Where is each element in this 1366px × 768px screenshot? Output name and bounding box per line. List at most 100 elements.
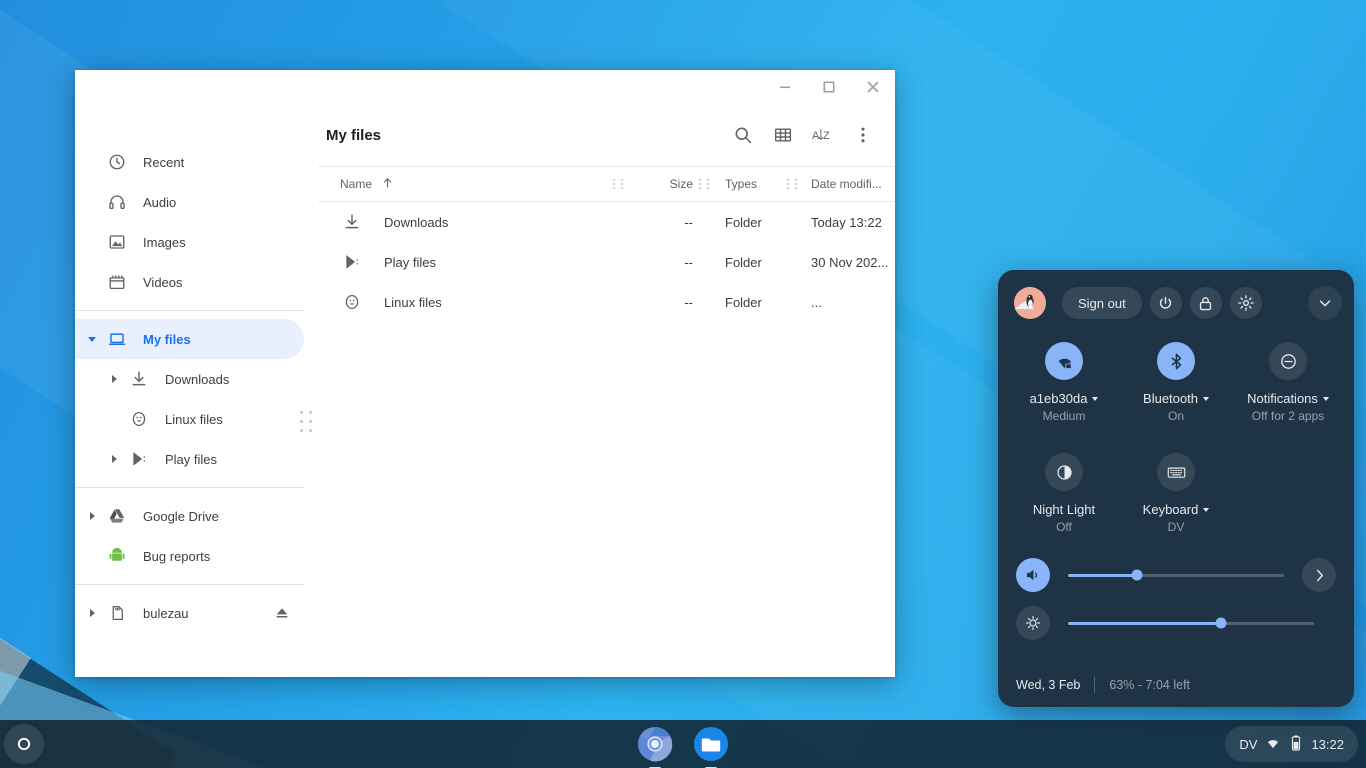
column-resize-handle-types[interactable] [785, 179, 799, 189]
bluetooth-pod-label-row: Bluetooth [1143, 391, 1209, 406]
launcher-button[interactable] [4, 724, 44, 764]
close-button[interactable] [851, 71, 895, 103]
chevron-down-icon[interactable] [1092, 397, 1098, 401]
chevron-down-icon[interactable] [1203, 508, 1209, 512]
notifications-pod-sub: Off for 2 apps [1252, 409, 1325, 423]
table-header-row: Name Size Types Date modif [318, 166, 895, 202]
sidebar-divider-3 [75, 584, 304, 585]
window-titlebar [75, 70, 895, 104]
sidebar-item-recent[interactable]: Recent [75, 142, 304, 182]
brightness-slider-thumb[interactable] [1215, 618, 1226, 629]
file-size: -- [629, 215, 693, 230]
file-size: -- [629, 295, 693, 310]
shelf-app-chromium[interactable] [637, 726, 673, 762]
sidebar-item-videos[interactable]: Videos [75, 262, 304, 302]
audio-settings-button[interactable] [1302, 558, 1336, 592]
more-options-button[interactable] [845, 117, 881, 153]
table-row[interactable]: Downloads -- Folder Today 13:22 [318, 202, 895, 242]
chevron-down-icon[interactable] [1323, 397, 1329, 401]
notifications-pod-label-row: Notifications [1247, 391, 1329, 406]
collapse-menu-button[interactable] [1308, 286, 1342, 320]
maximize-button[interactable] [807, 71, 851, 103]
table-row[interactable]: Linux files -- Folder ... [318, 282, 895, 322]
svg-text:A: A [812, 130, 820, 142]
night-light-pod[interactable]: Night Light Off [1008, 453, 1120, 534]
clock-icon [105, 153, 129, 171]
network-pod-sub: Medium [1043, 409, 1086, 423]
footer-divider [1094, 677, 1095, 693]
table-row[interactable]: Play files -- Folder 30 Nov 202... [318, 242, 895, 282]
video-icon [105, 273, 129, 291]
column-header-date-modified[interactable]: Date modifi... [803, 177, 895, 191]
column-label: Size [670, 177, 693, 191]
network-pod[interactable]: a1eb30da Medium [1008, 342, 1120, 423]
notifications-pod[interactable]: Notifications Off for 2 apps [1232, 342, 1344, 423]
power-button[interactable] [1150, 287, 1182, 319]
minimize-button[interactable] [763, 71, 807, 103]
eject-icon[interactable] [274, 605, 290, 621]
keyboard-layout-indicator: DV [1239, 737, 1257, 752]
column-resize-handle-size[interactable] [697, 179, 711, 189]
search-button[interactable] [725, 117, 761, 153]
sidebar-item-label: Audio [143, 195, 176, 210]
chevron-right-icon[interactable] [83, 512, 101, 520]
sidebar-item-label: bulezau [143, 606, 189, 621]
sidebar-item-label: Play files [165, 452, 217, 467]
volume-slider-track[interactable] [1068, 574, 1284, 577]
status-area[interactable]: DV 13:22 [1225, 726, 1358, 762]
brightness-icon[interactable] [1016, 606, 1050, 640]
file-name: Linux files [384, 295, 629, 310]
sidebar-item-audio[interactable]: Audio [75, 182, 304, 222]
battery-icon [1289, 735, 1303, 754]
column-header-types[interactable]: Types [715, 177, 781, 191]
volume-slider-fill [1068, 574, 1137, 577]
brightness-slider-track[interactable] [1068, 622, 1314, 625]
column-header-size[interactable]: Size [629, 177, 693, 191]
sign-out-button[interactable]: Sign out [1062, 287, 1142, 319]
lock-button[interactable] [1190, 287, 1222, 319]
sidebar-item-images[interactable]: Images [75, 222, 304, 262]
chevron-right-icon[interactable] [83, 609, 101, 617]
pane-header: My files A [318, 104, 895, 166]
feature-pods-row-1: a1eb30da Medium Bluetooth On [998, 320, 1354, 423]
headphones-icon [105, 193, 129, 211]
sidebar-item-google-drive[interactable]: Google Drive [75, 496, 304, 536]
volume-icon[interactable] [1016, 558, 1050, 592]
battery-status[interactable]: 63% - 7:04 left [1109, 678, 1190, 692]
sidebar-item-label: Downloads [165, 372, 229, 387]
night-light-pod-sub: Off [1056, 520, 1072, 534]
sidebar-item-play-files[interactable]: Play files [75, 439, 304, 479]
keyboard-pod[interactable]: Keyboard DV [1120, 453, 1232, 534]
bluetooth-pod[interactable]: Bluetooth On [1120, 342, 1232, 423]
grid-view-button[interactable] [765, 117, 801, 153]
sidebar-item-label: Recent [143, 155, 184, 170]
shelf-app-files[interactable] [693, 726, 729, 762]
sidebar-item-my-files[interactable]: My files [75, 319, 304, 359]
avatar[interactable] [1014, 287, 1046, 319]
download-icon [340, 213, 364, 231]
sidebar-item-linux-files[interactable]: Linux files [75, 399, 304, 439]
date-display[interactable]: Wed, 3 Feb [1016, 678, 1080, 692]
file-size: -- [629, 255, 693, 270]
window-body: Recent Audio [75, 104, 895, 677]
svg-text:Z: Z [823, 130, 830, 142]
settings-gear-icon[interactable] [1230, 287, 1262, 319]
file-name: Play files [384, 255, 629, 270]
tray-top-row: Sign out [998, 270, 1354, 320]
chevron-down-icon[interactable] [83, 337, 101, 342]
chevron-down-icon[interactable] [1203, 397, 1209, 401]
column-header-name[interactable]: Name [340, 176, 607, 192]
file-date-modified: Today 13:22 [803, 215, 895, 230]
system-tray-panel: Sign out [998, 270, 1354, 707]
sidebar-resize-handle[interactable] [298, 409, 314, 433]
sidebar-item-label: Bug reports [143, 549, 210, 564]
volume-slider-thumb[interactable] [1132, 570, 1143, 581]
sort-az-button[interactable]: A Z [805, 117, 841, 153]
sidebar-item-downloads[interactable]: Downloads [75, 359, 304, 399]
sidebar-item-bulezau[interactable]: bulezau [75, 593, 304, 633]
sidebar-item-bug-reports[interactable]: Bug reports [75, 536, 304, 576]
column-resize-handle-name[interactable] [611, 179, 625, 189]
chevron-right-icon[interactable] [105, 455, 123, 463]
chevron-right-icon[interactable] [105, 375, 123, 383]
shelf-app-list [637, 726, 729, 762]
